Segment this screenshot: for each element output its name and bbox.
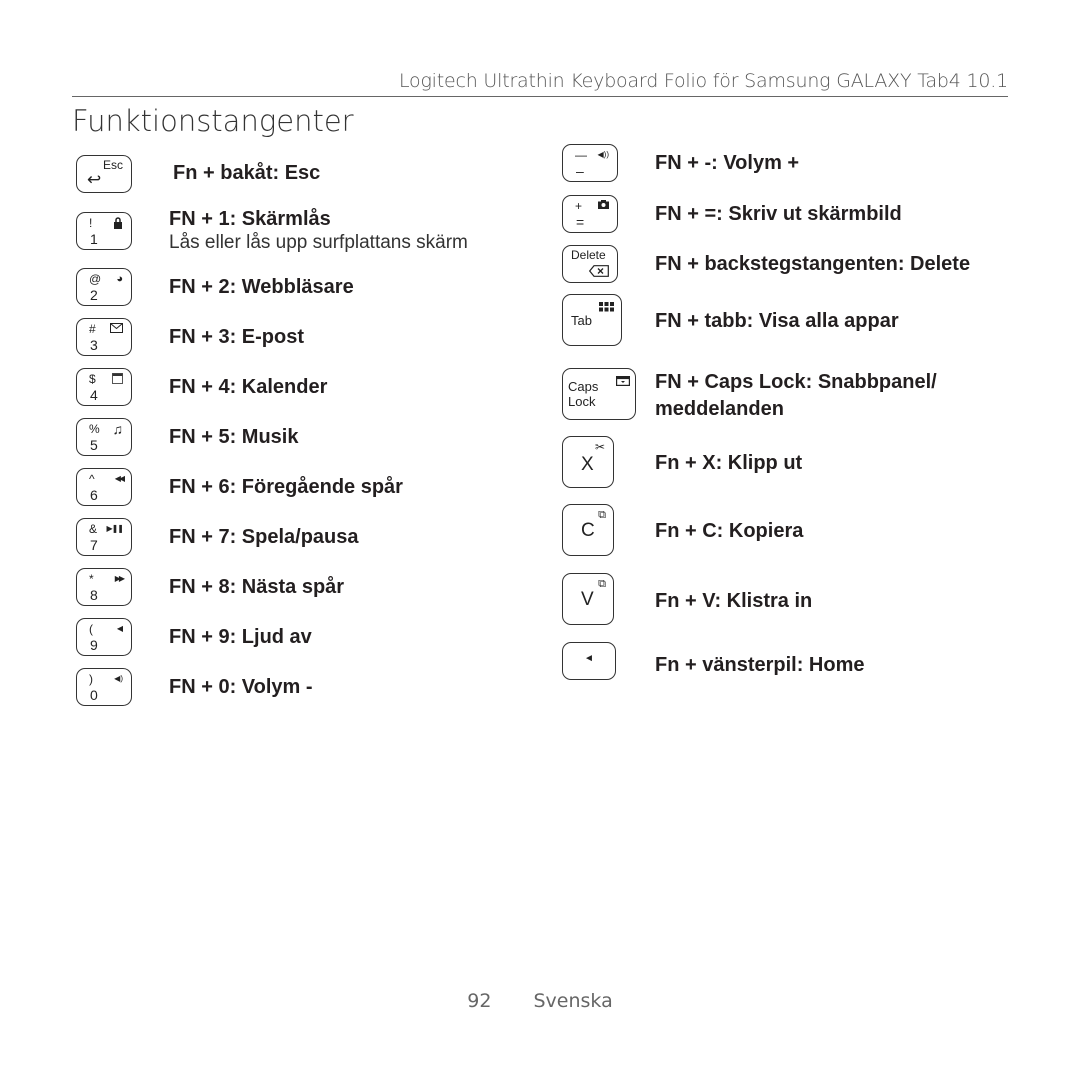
key-left-arrow: ◄ bbox=[562, 642, 616, 680]
key-number: 2 bbox=[90, 287, 98, 303]
shortcut-label: Fn + V: Klistra in bbox=[655, 590, 813, 612]
key-7: & 7 ▶❚❚ bbox=[76, 518, 132, 556]
key-symbol: ! bbox=[89, 216, 93, 230]
key-label: C bbox=[581, 520, 595, 541]
key-number: – bbox=[576, 163, 584, 179]
key-number: 8 bbox=[90, 587, 98, 603]
lock-icon bbox=[113, 217, 123, 232]
key-symbol: % bbox=[89, 422, 100, 436]
key-4: $ 4 bbox=[76, 368, 132, 406]
key-number: 5 bbox=[90, 437, 98, 453]
key-label: Esc bbox=[102, 158, 123, 172]
key-number: 7 bbox=[90, 537, 98, 553]
scissors-icon: ✂ bbox=[594, 440, 605, 454]
music-note-icon: ♫ bbox=[112, 421, 124, 437]
key-tab: Tab bbox=[562, 294, 622, 346]
shortcut-label: FN + 2: Webbläsare bbox=[169, 276, 354, 298]
key-symbol: ^ bbox=[89, 472, 95, 486]
shortcut-label: FN + -: Volym + bbox=[655, 152, 800, 174]
page-footer: 92 Svenska bbox=[0, 990, 1080, 1012]
key-c: C ⧉ bbox=[562, 504, 614, 556]
next-track-icon: ▶▶ bbox=[114, 574, 125, 583]
shortcut-label: FN + 8: Nästa spår bbox=[169, 576, 345, 598]
key-label: Caps Lock bbox=[568, 379, 599, 409]
key-1: ! 1 bbox=[76, 212, 132, 250]
key-delete: Delete bbox=[562, 245, 618, 283]
paste-icon: ⧉ bbox=[598, 578, 606, 590]
globe-icon: ◕ bbox=[116, 273, 123, 285]
key-9: ( 9 ◀ bbox=[76, 618, 132, 656]
key-number: 4 bbox=[90, 387, 98, 403]
key-caps-lock: Caps Lock bbox=[562, 368, 636, 420]
shortcut-label: FN + 0: Volym - bbox=[169, 676, 313, 698]
previous-track-icon: ◀◀ bbox=[114, 474, 125, 483]
key-number: = bbox=[576, 214, 585, 230]
key-symbol: * bbox=[89, 572, 94, 586]
shortcut-label: FN + Caps Lock: Snabbpanel/ bbox=[655, 371, 937, 393]
key-6: ^ 6 ◀◀ bbox=[76, 468, 132, 506]
footer-language: Svenska bbox=[533, 990, 613, 1012]
key-number: 6 bbox=[90, 487, 98, 503]
key-x: X ✂ bbox=[562, 436, 614, 488]
key-symbol: @ bbox=[89, 272, 102, 286]
volume-up-icon: ◀)) bbox=[597, 150, 609, 159]
mute-icon: ◀ bbox=[116, 624, 123, 633]
camera-icon bbox=[598, 200, 609, 212]
left-arrow-icon: ◄ bbox=[584, 653, 594, 664]
key-symbol: ( bbox=[89, 622, 93, 636]
key-v: V ⧉ bbox=[562, 573, 614, 625]
key-5: % 5 ♫ bbox=[76, 418, 132, 456]
shortcut-label: FN + 9: Ljud av bbox=[169, 626, 312, 648]
shortcut-label-continued: meddelanden bbox=[655, 398, 784, 420]
key-symbol: $ bbox=[89, 372, 96, 386]
volume-down-icon: ◀) bbox=[114, 674, 123, 683]
shortcut-label: FN + 3: E-post bbox=[169, 326, 305, 348]
shortcut-label: Fn + C: Kopiera bbox=[655, 520, 804, 542]
key-label: X bbox=[581, 454, 594, 475]
calendar-icon bbox=[112, 373, 123, 387]
shortcut-label: FN + 6: Föregående spår bbox=[169, 476, 403, 498]
key-0: ) 0 ◀) bbox=[76, 668, 132, 706]
shortcut-label: FN + tabb: Visa alla appar bbox=[655, 310, 899, 332]
shortcut-label: Fn + X: Klipp ut bbox=[655, 452, 803, 474]
shortcut-description: Lås eller lås upp surfplattans skärm bbox=[169, 232, 468, 253]
key-2: @ 2 ◕ bbox=[76, 268, 132, 306]
key-equals: + = bbox=[562, 195, 618, 233]
app-grid-icon bbox=[599, 299, 614, 317]
envelope-icon bbox=[110, 323, 123, 336]
document-header: Logitech Ultrathin Keyboard Folio för Sa… bbox=[398, 70, 1008, 92]
key-number: 3 bbox=[90, 337, 98, 353]
page-number: 92 bbox=[467, 990, 492, 1012]
back-arrow-icon: ↩ bbox=[87, 170, 102, 189]
play-pause-icon: ▶❚❚ bbox=[106, 524, 124, 533]
key-label: V bbox=[581, 589, 594, 610]
copy-icon: ⧉ bbox=[598, 509, 606, 521]
shortcut-label: Fn + bakåt: Esc bbox=[173, 162, 321, 184]
key-number: 9 bbox=[90, 637, 98, 653]
key-label: Delete bbox=[571, 248, 606, 262]
shortcut-label: FN + 5: Musik bbox=[169, 426, 299, 448]
header-divider bbox=[72, 96, 1008, 97]
key-symbol: + bbox=[575, 199, 583, 213]
key-minus: — – ◀)) bbox=[562, 144, 618, 182]
shortcut-label: FN + 7: Spela/pausa bbox=[169, 526, 359, 548]
key-esc: Esc ↩ bbox=[76, 155, 132, 193]
shortcut-label: FN + 4: Kalender bbox=[169, 376, 328, 398]
shortcut-label: FN + backstegstangenten: Delete bbox=[655, 253, 971, 275]
shortcut-label: Fn + vänsterpil: Home bbox=[655, 654, 865, 676]
key-symbol: & bbox=[89, 522, 98, 536]
shortcut-label: FN + 1: Skärmlås bbox=[169, 208, 331, 230]
backspace-icon bbox=[588, 264, 609, 282]
key-number: 1 bbox=[90, 231, 98, 247]
shortcut-label: FN + =: Skriv ut skärmbild bbox=[655, 203, 902, 225]
key-number: 0 bbox=[90, 687, 98, 703]
key-symbol: — bbox=[575, 148, 587, 162]
key-label: Tab bbox=[571, 313, 592, 328]
key-symbol: ) bbox=[89, 672, 93, 686]
page-title: Funktionstangenter bbox=[72, 104, 354, 138]
key-symbol: # bbox=[89, 322, 96, 336]
key-8: * 8 ▶▶ bbox=[76, 568, 132, 606]
key-3: # 3 bbox=[76, 318, 132, 356]
notification-panel-icon bbox=[616, 373, 631, 391]
